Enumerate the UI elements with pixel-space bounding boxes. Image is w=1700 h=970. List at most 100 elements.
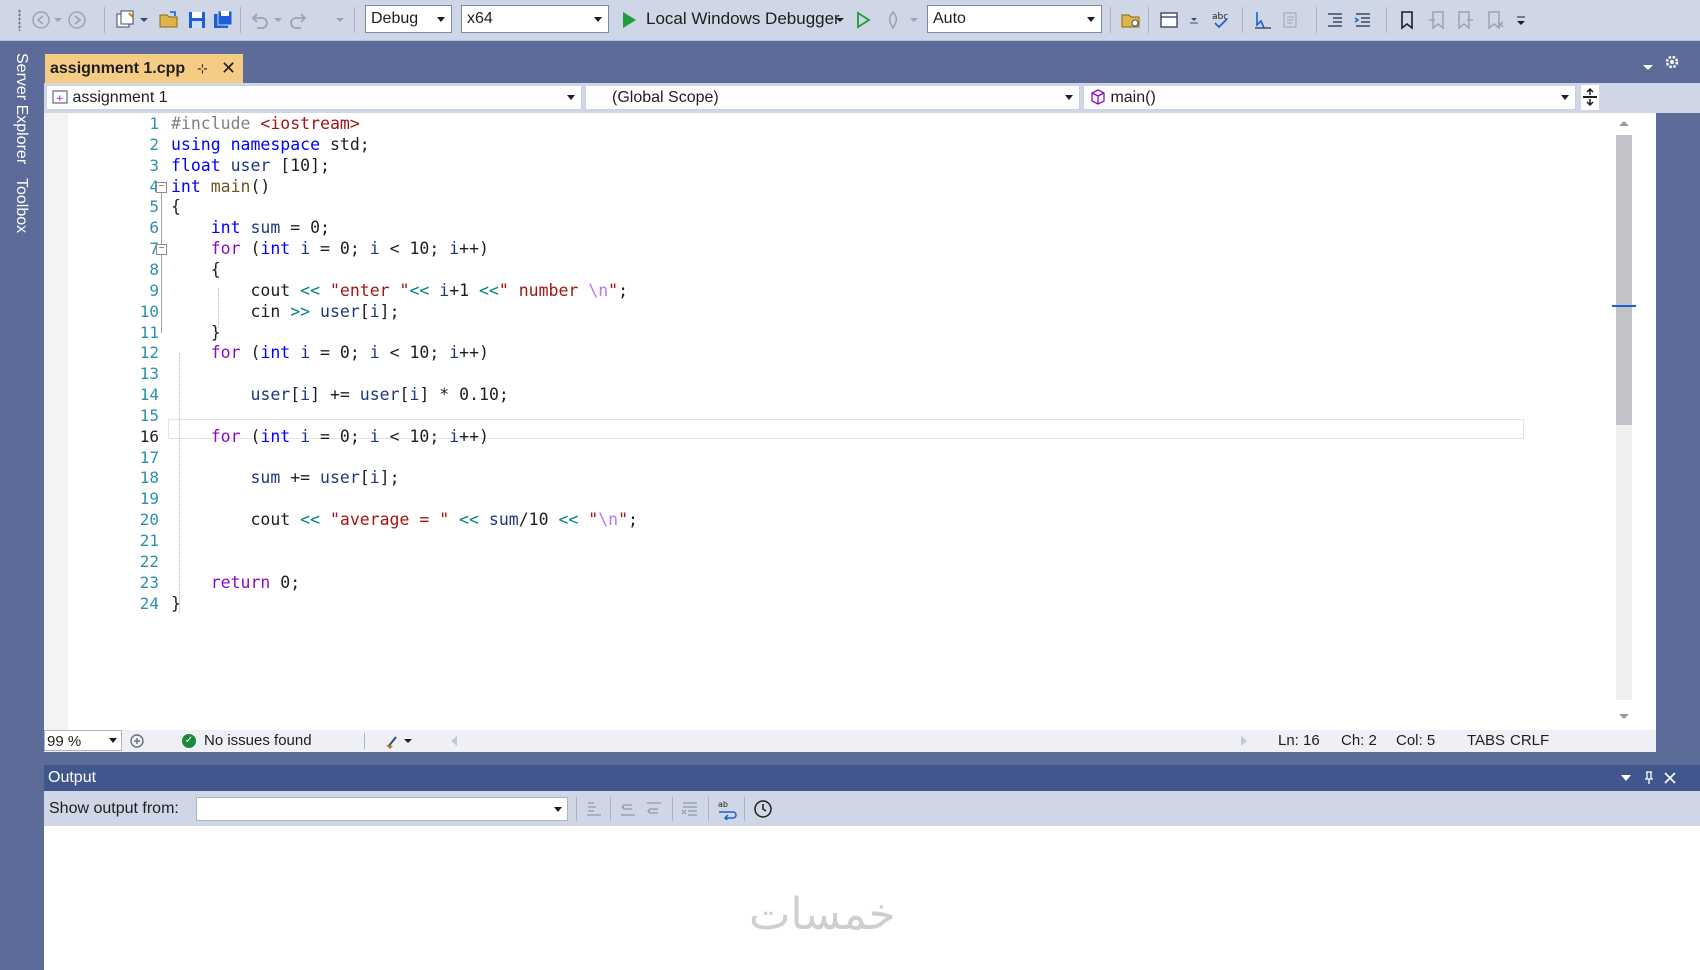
step-icon[interactable]: [1252, 8, 1274, 32]
code-line[interactable]: 24}: [44, 593, 1656, 616]
code-line[interactable]: 11 }: [44, 322, 1656, 345]
bookmark-icon[interactable]: [1396, 8, 1418, 32]
code-text[interactable]: int main(): [171, 176, 270, 198]
split-view-icon[interactable]: [1581, 85, 1599, 110]
code-line[interactable]: 12 for (int i = 0; i < 10; i++): [44, 342, 1656, 365]
redo-dropdown-icon[interactable]: [334, 8, 346, 32]
toolbar-overflow-icon[interactable]: [1514, 8, 1528, 32]
comment-icon[interactable]: [1280, 8, 1302, 32]
next-message-icon[interactable]: [644, 799, 664, 819]
new-project-dropdown-icon[interactable]: [138, 8, 150, 32]
scroll-down-icon[interactable]: [1618, 713, 1630, 721]
code-line[interactable]: 19: [44, 488, 1656, 511]
platform-select[interactable]: x64: [461, 5, 609, 33]
member-select[interactable]: main(): [1083, 85, 1576, 110]
char-indicator[interactable]: Ch: 2: [1341, 730, 1377, 752]
collapse-region-icon[interactable]: −: [156, 244, 167, 256]
server-explorer-tab[interactable]: Server Explorer: [12, 53, 30, 164]
vertical-scrollbar[interactable]: [1612, 113, 1656, 730]
toolbox-tab[interactable]: Toolbox: [12, 178, 30, 233]
line-indicator[interactable]: Ln: 16: [1278, 730, 1320, 752]
tab-assignment-1-cpp[interactable]: assignment 1.cpp ⊹ ✕: [45, 54, 243, 83]
outdent-icon[interactable]: [1352, 8, 1374, 32]
code-line[interactable]: 10 cin >> user[i];: [44, 301, 1656, 324]
code-line[interactable]: 6 int sum = 0;: [44, 217, 1656, 240]
hot-reload-dropdown-icon[interactable]: [908, 8, 920, 32]
code-line[interactable]: 8 {: [44, 259, 1656, 282]
tab-list-dropdown-icon[interactable]: [1642, 59, 1654, 75]
code-line[interactable]: 2 using namespace std;: [44, 134, 1656, 157]
close-icon[interactable]: ✕: [221, 54, 236, 83]
code-line[interactable]: 23 return 0;: [44, 572, 1656, 595]
code-line[interactable]: 20 cout << "average = " << sum/10 << "\n…: [44, 509, 1656, 532]
code-line[interactable]: 17: [44, 447, 1656, 470]
output-text-area[interactable]: خمسات: [44, 826, 1700, 970]
close-icon[interactable]: [1664, 772, 1676, 784]
scroll-thumb[interactable]: [1616, 135, 1632, 425]
clear-bookmarks-icon[interactable]: [1484, 8, 1506, 32]
code-text[interactable]: }: [171, 593, 181, 615]
zoom-select[interactable]: 99 %: [44, 730, 122, 751]
code-line[interactable]: 3 float user [10];: [44, 155, 1656, 178]
toolbar-grip[interactable]: [18, 9, 21, 31]
project-select[interactable]: + assignment 1: [46, 85, 582, 110]
tabs-indicator[interactable]: TABS: [1467, 730, 1505, 752]
code-line[interactable]: 9 cout << "enter "<< i+1 <<" number \n";: [44, 280, 1656, 303]
code-line[interactable]: 7 for (int i = 0; i < 10; i++) −: [44, 238, 1656, 261]
word-wrap-icon[interactable]: ab: [716, 798, 738, 820]
start-debug-icon[interactable]: [618, 8, 640, 32]
back-dropdown-icon[interactable]: [52, 8, 64, 32]
back-icon[interactable]: [30, 8, 52, 32]
code-text[interactable]: for (int i = 0; i < 10; i++): [171, 238, 489, 260]
solution-explorer-icon[interactable]: [1120, 8, 1142, 32]
code-line[interactable]: 1 #include <iostream>: [44, 113, 1656, 136]
code-line[interactable]: 14 user[i] += user[i] * 0.10;: [44, 384, 1656, 407]
browse-dropdown-icon[interactable]: [1186, 8, 1202, 32]
code-text[interactable]: float user [10];: [171, 155, 330, 177]
scope-select[interactable]: (Global Scope): [585, 85, 1080, 110]
pin-icon[interactable]: ⊹: [197, 54, 208, 83]
collapse-region-icon[interactable]: −: [156, 181, 167, 193]
open-folder-icon[interactable]: [158, 8, 180, 32]
code-line[interactable]: 15: [44, 405, 1656, 428]
scroll-up-icon[interactable]: [1618, 119, 1630, 127]
code-line[interactable]: 18 sum += user[i];: [44, 467, 1656, 490]
previous-message-icon[interactable]: [618, 799, 638, 819]
line-ending-indicator[interactable]: CRLF: [1510, 730, 1549, 752]
code-line[interactable]: 16 for (int i = 0; i < 10; i++): [44, 426, 1656, 449]
save-icon[interactable]: [186, 8, 208, 32]
output-source-select[interactable]: [196, 797, 568, 821]
issues-status[interactable]: No issues found: [204, 730, 312, 752]
panel-menu-dropdown-icon[interactable]: [1621, 775, 1631, 782]
redo-icon[interactable]: [288, 8, 310, 32]
configuration-select[interactable]: Debug: [365, 5, 452, 33]
scroll-right-icon[interactable]: [1240, 736, 1248, 746]
code-text[interactable]: for (int i = 0; i < 10; i++): [171, 426, 489, 448]
hot-reload-icon[interactable]: [882, 8, 904, 32]
code-text[interactable]: cin >> user[i];: [171, 301, 399, 323]
scroll-left-icon[interactable]: [450, 736, 458, 746]
undo-dropdown-icon[interactable]: [272, 8, 284, 32]
code-line[interactable]: 4 int main() −: [44, 176, 1656, 199]
code-line[interactable]: 21: [44, 530, 1656, 553]
code-text[interactable]: sum += user[i];: [171, 467, 399, 489]
new-project-icon[interactable]: [114, 8, 136, 32]
intellicode-icon[interactable]: [128, 732, 146, 757]
debugger-dropdown-icon[interactable]: [834, 8, 846, 32]
code-text[interactable]: {: [171, 196, 181, 218]
clear-all-icon[interactable]: [680, 799, 700, 819]
code-text[interactable]: #include <iostream>: [171, 113, 360, 135]
code-text[interactable]: cout << "enter "<< i+1 <<" number \n";: [171, 280, 628, 302]
code-text[interactable]: }: [171, 322, 221, 344]
spell-check-icon[interactable]: abc: [1210, 8, 1232, 32]
code-text[interactable]: using namespace std;: [171, 134, 370, 156]
settings-gear-icon[interactable]: [1664, 54, 1680, 73]
code-text[interactable]: int sum = 0;: [171, 217, 330, 239]
code-line[interactable]: 22: [44, 551, 1656, 574]
code-editor[interactable]: 1 #include <iostream> 2 using namespace std…: [44, 113, 1656, 730]
indent-icon[interactable]: [1324, 8, 1346, 32]
undo-icon[interactable]: [248, 8, 270, 32]
find-message-icon[interactable]: [584, 799, 604, 819]
code-line[interactable]: 13: [44, 363, 1656, 386]
local-windows-debugger-button[interactable]: Local Windows Debugger: [646, 9, 840, 29]
